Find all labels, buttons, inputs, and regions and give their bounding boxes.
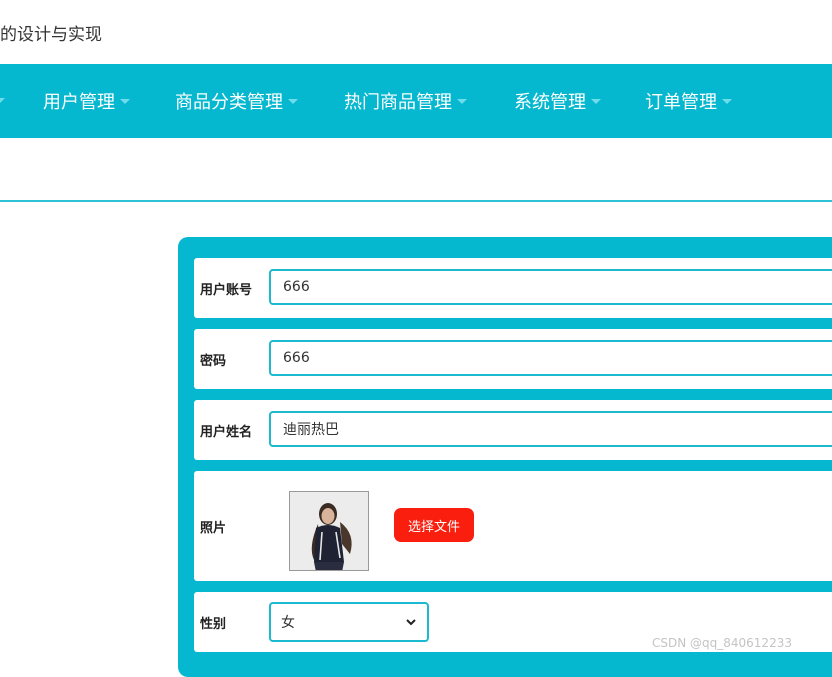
gender-label: 性别 — [200, 617, 227, 632]
name-label: 用户姓名 — [200, 425, 253, 440]
form-row-photo: 照片 选择文件 — [194, 471, 832, 581]
caret-down-icon — [457, 98, 467, 104]
photo-label: 照片 — [200, 521, 227, 536]
account-label: 用户账号 — [200, 283, 253, 298]
name-input[interactable] — [269, 411, 832, 447]
choose-file-button[interactable]: 选择文件 — [394, 508, 474, 542]
nav-item-label: 用户管理 — [43, 92, 115, 113]
nav-item-order-management[interactable]: 订单管理 — [645, 64, 732, 138]
nav-overflow-caret-icon[interactable] — [0, 98, 5, 103]
form-row-password: 密码 — [194, 329, 832, 389]
gender-selected-value: 女 — [281, 615, 295, 631]
nav-item-category-management[interactable]: 商品分类管理 — [175, 64, 298, 138]
watermark: CSDN @qq_840612233 — [652, 636, 792, 650]
caret-down-icon — [591, 98, 601, 104]
nav-item-label: 订单管理 — [645, 92, 717, 113]
top-navbar: 用户管理 商品分类管理 热门商品管理 系统管理 订单管理 — [0, 64, 832, 138]
password-input[interactable] — [269, 340, 832, 376]
nav-item-label: 系统管理 — [514, 92, 586, 113]
chevron-down-icon — [406, 619, 416, 626]
content-divider — [0, 200, 832, 202]
nav-item-label: 热门商品管理 — [344, 92, 452, 113]
account-input[interactable] — [269, 269, 832, 305]
nav-item-system-management[interactable]: 系统管理 — [514, 64, 601, 138]
nav-item-label: 商品分类管理 — [175, 92, 283, 113]
gender-select[interactable]: 女 — [269, 602, 429, 642]
person-photo-image — [290, 492, 368, 570]
caret-down-icon — [722, 98, 732, 104]
photo-thumbnail — [289, 491, 369, 571]
nav-item-hot-products[interactable]: 热门商品管理 — [344, 64, 467, 138]
app-title: 的设计与实现 — [0, 25, 102, 45]
caret-down-icon — [120, 98, 130, 104]
form-row-account: 用户账号 — [194, 258, 832, 318]
caret-down-icon — [288, 98, 298, 104]
nav-item-user-management[interactable]: 用户管理 — [43, 64, 130, 138]
form-row-name: 用户姓名 — [194, 400, 832, 460]
password-label: 密码 — [200, 354, 227, 369]
